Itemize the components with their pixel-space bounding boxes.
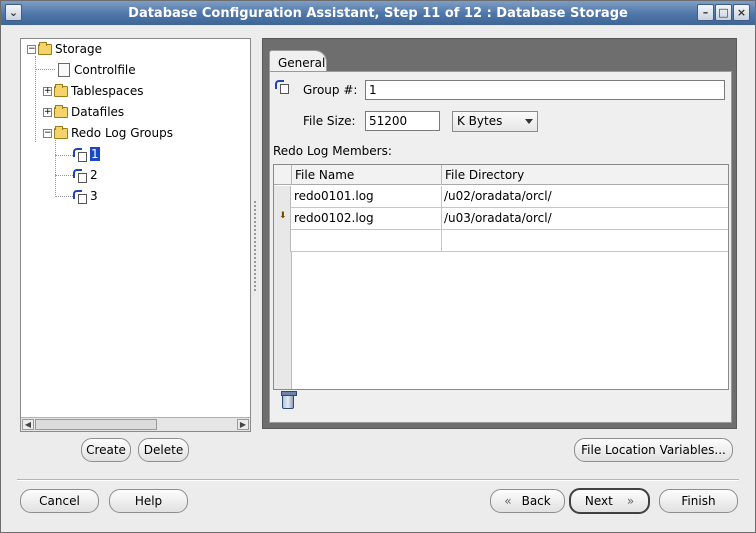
- row-header[interactable]: [274, 230, 291, 252]
- tab-general[interactable]: General: [269, 50, 327, 72]
- table-header: File Name File Directory: [274, 165, 728, 185]
- general-tab-content: Group #: File Size: K Bytes Redo Log Mem…: [269, 71, 732, 423]
- next-button[interactable]: Next »: [569, 488, 650, 514]
- help-button[interactable]: Help: [109, 489, 188, 513]
- row-header-corner: [274, 165, 292, 185]
- window-menu-button[interactable]: ⌄: [5, 4, 22, 21]
- tree-node-label: Storage: [55, 42, 102, 56]
- tree-horizontal-scrollbar[interactable]: ◀ ▶: [21, 417, 250, 431]
- close-button[interactable]: ×: [733, 4, 750, 21]
- folder-icon: [38, 41, 52, 55]
- tree-node-group-1[interactable]: 1: [73, 145, 100, 163]
- maximize-button[interactable]: □: [715, 4, 732, 21]
- cancel-button[interactable]: Cancel: [20, 489, 99, 513]
- file-size-input[interactable]: [365, 111, 440, 131]
- tree-node-storage[interactable]: − Storage: [27, 40, 102, 58]
- redo-log-group-icon: [73, 147, 87, 162]
- redo-log-group-icon: [73, 168, 87, 183]
- tree-node-datafiles[interactable]: + Datafiles: [43, 103, 124, 121]
- chevron-right-icon: »: [626, 494, 635, 508]
- dbca-window: ⌄ Database Configuration Assistant, Step…: [0, 0, 756, 533]
- tree-node-label: 2: [90, 168, 98, 182]
- redo-log-members-label: Redo Log Members:: [273, 144, 392, 158]
- window-title: Database Configuration Assistant, Step 1…: [128, 5, 628, 21]
- row-header-column: [274, 252, 292, 389]
- chevron-left-icon: «: [504, 494, 512, 508]
- redo-log-group-icon: [73, 189, 87, 204]
- redo-log-members-table[interactable]: File Name File Directory redo0101.log /u…: [273, 164, 729, 390]
- redo-log-group-icon: [275, 80, 289, 94]
- tree-node-label: Controlfile: [74, 63, 136, 77]
- chevron-down-icon: [525, 119, 533, 124]
- trash-icon[interactable]: [281, 391, 297, 409]
- group-number-input[interactable]: [365, 80, 725, 100]
- title-bar: ⌄ Database Configuration Assistant, Step…: [1, 1, 755, 25]
- tree-node-group-2[interactable]: 2: [73, 166, 98, 184]
- table-row[interactable]: [274, 230, 728, 252]
- column-header-file-name[interactable]: File Name: [292, 165, 442, 185]
- select-value: K Bytes: [457, 114, 503, 128]
- panel-splitter[interactable]: [254, 201, 257, 291]
- column-header-file-directory[interactable]: File Directory: [442, 165, 728, 185]
- scroll-right-icon[interactable]: ▶: [237, 419, 249, 430]
- file-name-cell[interactable]: redo0101.log: [292, 186, 442, 207]
- file-name-cell[interactable]: [292, 230, 442, 251]
- expand-icon[interactable]: +: [43, 107, 52, 117]
- group-details-panel: General Group #: File Size: K Bytes Redo…: [262, 38, 737, 429]
- divider: [17, 479, 739, 481]
- tree-node-label: Datafiles: [71, 105, 125, 119]
- create-button[interactable]: Create: [81, 438, 131, 462]
- file-directory-cell[interactable]: /u03/oradata/orcl/: [442, 208, 728, 229]
- delete-button[interactable]: Delete: [138, 438, 189, 462]
- current-row-icon: ⬇: [279, 211, 287, 221]
- tree-node-label: Tablespaces: [71, 84, 144, 98]
- file-location-variables-button[interactable]: File Location Variables...: [574, 438, 733, 462]
- scroll-left-icon[interactable]: ◀: [22, 419, 34, 430]
- expand-icon[interactable]: +: [43, 86, 52, 96]
- folder-icon: [54, 83, 68, 97]
- folder-icon: [54, 104, 68, 118]
- row-header[interactable]: [274, 186, 291, 208]
- collapse-icon[interactable]: −: [27, 44, 36, 54]
- back-button-label: Back: [521, 494, 551, 508]
- tree-node-label: Redo Log Groups: [71, 126, 173, 140]
- row-header[interactable]: ⬇: [274, 208, 291, 230]
- tree-node-label: 3: [90, 189, 98, 203]
- tree-node-tablespaces[interactable]: + Tablespaces: [43, 82, 144, 100]
- file-size-unit-select[interactable]: K Bytes: [452, 111, 538, 132]
- minimize-button[interactable]: –: [697, 4, 714, 21]
- file-directory-cell[interactable]: /u02/oradata/orcl/: [442, 186, 728, 207]
- table-row[interactable]: redo0101.log /u02/oradata/orcl/: [274, 186, 728, 208]
- scroll-thumb[interactable]: [35, 419, 157, 430]
- file-name-cell[interactable]: redo0102.log: [292, 208, 442, 229]
- next-button-label: Next: [584, 494, 613, 508]
- tree-node-redo-log-groups[interactable]: − Redo Log Groups: [43, 124, 173, 142]
- storage-tree[interactable]: − Storage Controlfile + Tablespaces + Da…: [20, 38, 251, 432]
- group-number-label: Group #:: [303, 83, 358, 97]
- table-row[interactable]: ⬇ redo0102.log /u03/oradata/orcl/: [274, 208, 728, 230]
- controlfile-icon: [58, 63, 70, 77]
- file-directory-cell[interactable]: [442, 230, 728, 251]
- collapse-icon[interactable]: −: [43, 128, 52, 138]
- back-button[interactable]: « Back: [490, 489, 565, 513]
- tree-node-group-3[interactable]: 3: [73, 187, 98, 205]
- finish-button[interactable]: Finish: [659, 489, 738, 513]
- tree-node-controlfile[interactable]: Controlfile: [58, 61, 136, 79]
- file-size-label: File Size:: [303, 114, 356, 128]
- tree-node-label: 1: [90, 147, 100, 161]
- folder-icon: [54, 125, 68, 139]
